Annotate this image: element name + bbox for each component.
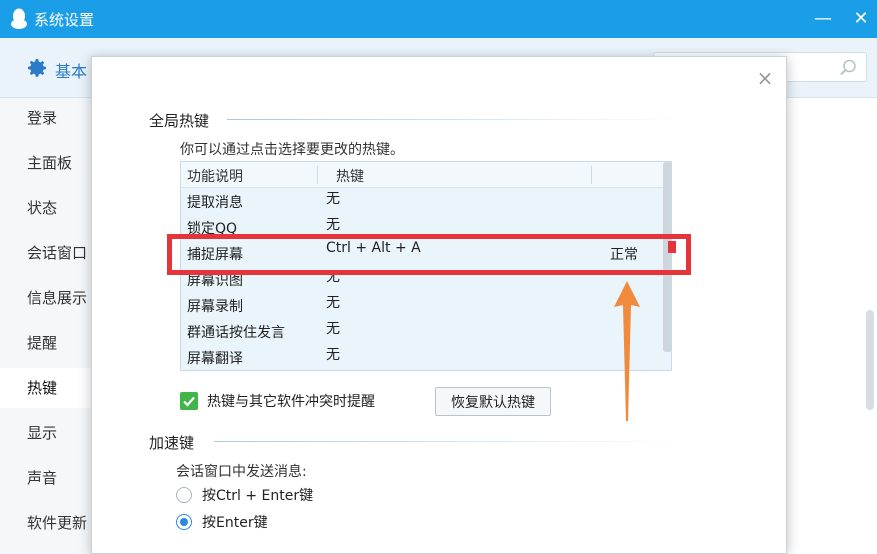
hotkey-dialog: × 全局热键 你可以通过点击选择要更改的热键。 功能说明 热键 提取消息 无 锁… bbox=[91, 56, 787, 554]
sidebar-item-chat-window[interactable]: 会话窗口 bbox=[0, 233, 92, 273]
hotkey-function-name: 屏幕录制 bbox=[187, 299, 243, 315]
radio-ctrl-enter[interactable] bbox=[176, 487, 192, 503]
send-message-label: 会话窗口中发送消息: bbox=[176, 464, 307, 480]
sidebar-item-software-update[interactable]: 软件更新 bbox=[0, 503, 92, 543]
minimize-button[interactable]: — bbox=[812, 8, 834, 30]
column-header-function[interactable]: 功能说明 bbox=[187, 166, 243, 186]
table-row[interactable]: 提取消息 无 bbox=[181, 188, 661, 214]
sidebar-item-reminder[interactable]: 提醒 bbox=[0, 323, 92, 363]
column-separator bbox=[317, 166, 318, 184]
highlight-marker bbox=[668, 241, 676, 253]
hotkey-function-name: 群通话按住发言 bbox=[187, 325, 285, 341]
dialog-close-button[interactable]: × bbox=[754, 67, 776, 89]
sidebar-item-main-panel[interactable]: 主面板 bbox=[0, 143, 92, 183]
hotkey-function-name: 屏幕翻译 bbox=[187, 351, 243, 367]
gear-icon bbox=[28, 59, 46, 77]
table-row[interactable]: 群通话按住发言 无 bbox=[181, 318, 661, 344]
hotkey-function-name: 提取消息 bbox=[187, 195, 243, 211]
window-close-button[interactable]: ✕ bbox=[850, 8, 872, 30]
hotkey-value[interactable]: 无 bbox=[326, 188, 340, 208]
radio-ctrl-enter-label[interactable]: 按Ctrl + Enter键 bbox=[202, 485, 313, 505]
sidebar-item-status[interactable]: 状态 bbox=[0, 188, 92, 228]
window-title: 系统设置 bbox=[34, 11, 95, 29]
arrow-annotation-icon bbox=[614, 281, 640, 421]
conflict-reminder-label[interactable]: 热键与其它软件冲突时提醒 bbox=[207, 391, 375, 411]
global-hotkeys-title: 全局热键 bbox=[149, 112, 210, 130]
section-divider bbox=[227, 119, 687, 120]
qq-penguin-icon bbox=[11, 8, 27, 29]
conflict-reminder-checkbox[interactable] bbox=[180, 392, 198, 410]
sidebar-item-login[interactable]: 登录 bbox=[0, 98, 92, 138]
restore-default-hotkeys-button[interactable]: 恢复默认热键 bbox=[435, 387, 551, 416]
checkmark-icon bbox=[183, 396, 195, 407]
sidebar-item-sound[interactable]: 声音 bbox=[0, 458, 92, 498]
hotkey-value[interactable]: 无 bbox=[326, 344, 340, 364]
column-separator bbox=[591, 166, 592, 184]
basic-tab-label[interactable]: 基本 bbox=[55, 58, 87, 82]
hotkey-value[interactable]: 无 bbox=[326, 214, 340, 234]
title-bar: 系统设置 — ✕ bbox=[0, 0, 877, 38]
sidebar-item-hotkeys[interactable]: 热键 bbox=[0, 368, 92, 408]
column-header-hotkey[interactable]: 热键 bbox=[336, 166, 364, 186]
table-header: 功能说明 热键 bbox=[181, 162, 671, 188]
table-row[interactable]: 屏幕录制 无 bbox=[181, 292, 661, 318]
highlight-annotation bbox=[167, 234, 691, 275]
radio-enter-label[interactable]: 按Enter键 bbox=[202, 512, 268, 532]
hotkey-value[interactable]: 无 bbox=[326, 318, 340, 338]
hotkey-value[interactable]: 无 bbox=[326, 292, 340, 312]
table-row[interactable]: 屏幕翻译 无 bbox=[181, 344, 661, 370]
accelerator-title: 加速键 bbox=[149, 434, 195, 452]
settings-scrollbar[interactable] bbox=[866, 310, 874, 410]
settings-sidebar: 登录 主面板 状态 会话窗口 信息展示 提醒 热键 显示 声音 软件更新 bbox=[0, 98, 92, 554]
section-divider bbox=[214, 441, 684, 442]
search-icon[interactable] bbox=[838, 58, 858, 78]
hotkey-description: 你可以通过点击选择要更改的热键。 bbox=[180, 142, 404, 158]
radio-enter[interactable] bbox=[176, 514, 192, 530]
sidebar-item-display[interactable]: 显示 bbox=[0, 413, 92, 453]
sidebar-item-info-display[interactable]: 信息展示 bbox=[0, 278, 92, 318]
